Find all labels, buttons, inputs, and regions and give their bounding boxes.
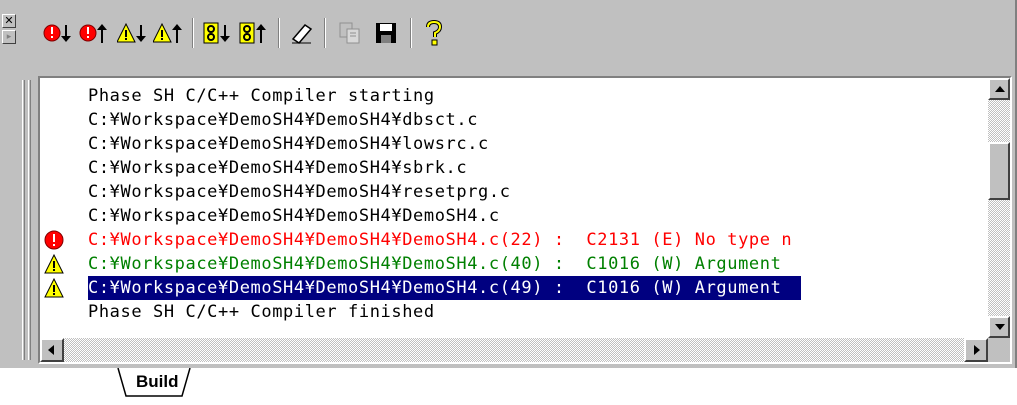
output-line-text: C:¥Workspace¥DemoSH4¥DemoSH4¥DemoSH4.c (88, 206, 500, 226)
drag-handle[interactable] (22, 80, 25, 360)
copy-icon (339, 22, 360, 44)
next-tagged-button[interactable] (202, 18, 234, 48)
floppy-icon (376, 23, 396, 43)
output-line-error[interactable]: C:¥Workspace¥DemoSH4¥DemoSH4¥DemoSH4.c(2… (40, 228, 990, 252)
output-line[interactable]: C:¥Workspace¥DemoSH4¥DemoSH4¥sbrk.c (40, 156, 990, 180)
error-up-icon (79, 24, 107, 43)
tag-down-icon (203, 22, 230, 44)
output-line-text: C:¥Workspace¥DemoSH4¥DemoSH4¥dbsct.c (88, 110, 479, 130)
output-line-warning[interactable]: C:¥Workspace¥DemoSH4¥DemoSH4¥DemoSH4.c(4… (40, 252, 990, 276)
window-gripper: ✕ ▸ (0, 0, 31, 368)
warning-up-icon (153, 22, 182, 43)
eraser-icon (291, 24, 313, 44)
arrow-right-icon (974, 345, 980, 355)
output-line-text: C:¥Workspace¥DemoSH4¥DemoSH4¥DemoSH4.c(2… (88, 230, 793, 250)
next-error-button[interactable] (42, 18, 74, 48)
error-icon (44, 230, 64, 250)
tag-up-icon (239, 22, 266, 44)
close-icon[interactable]: ✕ (2, 14, 16, 28)
output-line-warning-selected[interactable]: C:¥Workspace¥DemoSH4¥DemoSH4¥DemoSH4.c(4… (40, 276, 990, 300)
output-line[interactable]: C:¥Workspace¥DemoSH4¥DemoSH4¥lowsrc.c (40, 132, 990, 156)
vertical-scroll-thumb[interactable] (988, 142, 1010, 200)
output-line-text: C:¥Workspace¥DemoSH4¥DemoSH4¥lowsrc.c (88, 134, 489, 154)
output-line-text: C:¥Workspace¥DemoSH4¥DemoSH4¥sbrk.c (88, 158, 468, 178)
output-line[interactable]: C:¥Workspace¥DemoSH4¥DemoSH4¥resetprg.c (40, 180, 990, 204)
previous-tagged-button[interactable] (238, 18, 270, 48)
output-line[interactable]: C:¥Workspace¥DemoSH4¥DemoSH4¥dbsct.c (40, 108, 990, 132)
copy-button[interactable] (334, 18, 366, 48)
drag-handle-2[interactable] (28, 80, 31, 360)
next-warning-button[interactable] (116, 18, 148, 48)
tab-strip: Build (0, 368, 1017, 405)
float-icon[interactable]: ▸ (2, 30, 16, 44)
scroll-left-button[interactable] (40, 338, 64, 362)
arrow-up-icon (995, 86, 1005, 92)
output-line[interactable]: Phase SH C/C++ Compiler finished (40, 300, 990, 324)
clear-window-button[interactable] (286, 18, 318, 48)
output-list[interactable]: Phase SH C/C++ Compiler starting C:¥Work… (38, 76, 1012, 364)
output-line-text: Phase SH C/C++ Compiler finished (88, 302, 435, 322)
previous-warning-button[interactable] (152, 18, 184, 48)
previous-error-button[interactable] (78, 18, 110, 48)
horizontal-scrollbar[interactable] (40, 338, 988, 362)
output-toolbar (22, 12, 1002, 52)
output-window-panel: ✕ ▸ Phase SH C/C++ Compiler starting C:¥… (0, 0, 1017, 368)
help-button[interactable] (418, 18, 450, 48)
output-line[interactable]: C:¥Workspace¥DemoSH4¥DemoSH4¥DemoSH4.c (40, 204, 990, 228)
vertical-scrollbar[interactable] (988, 78, 1010, 338)
scrollbar-corner (988, 338, 1010, 362)
warning-icon (44, 278, 64, 298)
output-line-text: C:¥Workspace¥DemoSH4¥DemoSH4¥resetprg.c (88, 182, 511, 202)
output-line-text: C:¥Workspace¥DemoSH4¥DemoSH4¥DemoSH4.c(4… (88, 254, 782, 274)
toolbar-separator-2 (278, 18, 280, 48)
save-button[interactable] (370, 18, 402, 48)
toolbar-separator-3 (324, 18, 326, 48)
output-line[interactable]: Phase SH C/C++ Compiler starting (40, 84, 990, 108)
output-line-text: C:¥Workspace¥DemoSH4¥DemoSH4¥DemoSH4.c(4… (88, 276, 802, 300)
scroll-up-button[interactable] (988, 78, 1010, 100)
arrow-left-icon (48, 345, 54, 355)
output-lines: Phase SH C/C++ Compiler starting C:¥Work… (40, 78, 990, 338)
tab-build-label: Build (136, 372, 179, 391)
scroll-right-button[interactable] (964, 338, 988, 362)
toolbar-separator (192, 18, 194, 48)
error-down-icon (43, 24, 71, 42)
tab-build[interactable]: Build (117, 368, 191, 398)
warning-down-icon (117, 22, 146, 43)
help-icon (426, 20, 443, 46)
scroll-down-button[interactable] (988, 316, 1010, 338)
toolbar-separator-4 (410, 18, 412, 48)
arrow-down-icon (995, 324, 1005, 330)
output-line-text: Phase SH C/C++ Compiler starting (88, 86, 435, 106)
warning-icon (44, 254, 64, 274)
